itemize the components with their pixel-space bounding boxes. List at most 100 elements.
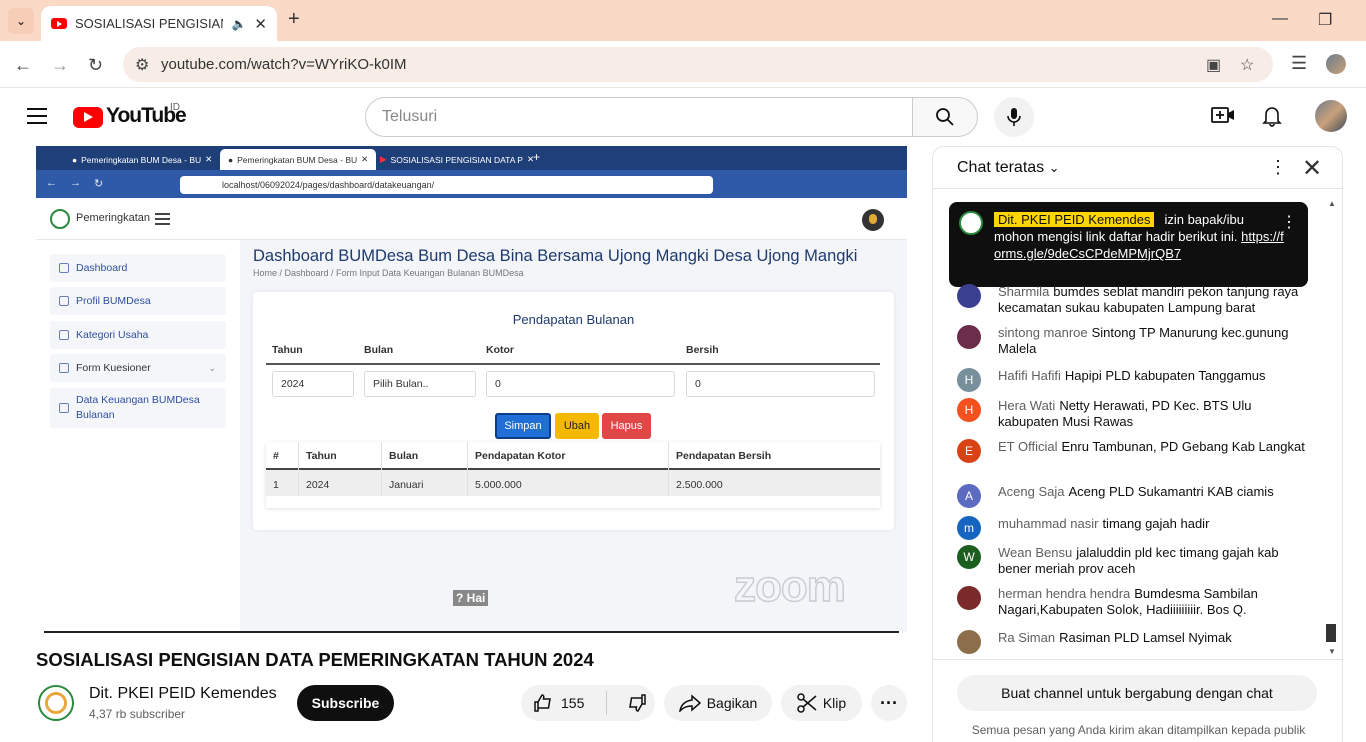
chat-author-avatar[interactable] <box>957 284 981 308</box>
channel-avatar[interactable] <box>38 685 74 721</box>
chat-message-text: timang gajah hadir <box>1102 516 1210 531</box>
chat-mode-dropdown[interactable]: Chat teratas ⌄ <box>957 159 1060 177</box>
notifications-bell-icon[interactable] <box>1262 105 1282 133</box>
shared-tab-1: ● Pemeringkatan BUM Desa - BU ✕ <box>72 154 213 165</box>
back-icon[interactable]: ← <box>14 55 32 76</box>
close-tab-icon[interactable]: ✕ <box>254 15 267 33</box>
pinned-message[interactable]: Dit. PKEI PEID Kemendes izin bapak/ibu mo… <box>949 202 1308 287</box>
form-divider <box>266 363 880 365</box>
shared-tab-2: ● Pemeringkatan BUM Desa - BU ✕ <box>220 149 377 170</box>
account-avatar[interactable] <box>1315 100 1347 132</box>
th-no: # <box>273 450 279 462</box>
reload-icon[interactable]: ↻ <box>88 55 103 76</box>
media-control-icon[interactable]: ☰ <box>1291 53 1307 74</box>
chevron-down-icon: ⌄ <box>1048 160 1060 175</box>
thumbs-up-icon <box>534 694 551 712</box>
dislike-button[interactable] <box>627 693 647 713</box>
ubah-button: Ubah <box>555 413 599 439</box>
chat-author-name[interactable]: herman hendra hendra <box>998 586 1130 601</box>
chat-author-avatar[interactable] <box>957 325 981 349</box>
profile-avatar[interactable] <box>1326 54 1346 74</box>
pinned-menu-icon[interactable]: ⋮ <box>1281 212 1297 232</box>
clip-button[interactable]: Klip <box>781 685 862 721</box>
tab-search-button[interactable]: ⌄ <box>8 8 34 34</box>
video-progress-bar[interactable] <box>44 631 899 633</box>
create-video-icon[interactable] <box>1211 105 1235 131</box>
like-button[interactable]: 155 <box>533 693 584 713</box>
chat-close-icon[interactable]: ✕ <box>1302 154 1322 183</box>
video-title: SOSIALISASI PENGISIAN DATA PEMERINGKATAN… <box>36 649 594 670</box>
search-input[interactable]: Telusuri <box>365 97 913 137</box>
address-bar[interactable]: ⚙ youtube.com/watch?v=WYriKO-k0IM ▣ ☆ <box>123 47 1273 82</box>
youtube-header: YouTube ID Telusuri <box>0 88 1366 146</box>
app-sidebar-item-keuangan: Data Keuangan BUMDesa Bulanan <box>50 388 226 428</box>
install-app-icon[interactable]: ▣ <box>1206 55 1221 75</box>
chat-author-name[interactable]: Aceng Saja <box>998 484 1065 499</box>
label-bersih: Bersih <box>686 344 719 356</box>
search-button[interactable] <box>912 97 978 137</box>
chat-author-name[interactable]: ET Official <box>998 439 1057 454</box>
app-sidebar: Dashboard Profil BUMDesa Kategori Usaha … <box>36 240 240 632</box>
td-bulan: Januari <box>389 479 424 491</box>
chat-menu-icon[interactable]: ⋮ <box>1269 157 1287 178</box>
chat-author-avatar[interactable]: A <box>957 484 981 508</box>
speaker-icon[interactable]: 🔈 <box>231 17 246 31</box>
simpan-button: Simpan <box>495 413 551 439</box>
chat-author-avatar[interactable] <box>957 630 981 654</box>
create-channel-button[interactable]: Buat channel untuk bergabung dengan chat <box>957 675 1317 711</box>
chat-message-text: Enru Tambunan, PD Gebang Kab Langkat <box>1061 439 1305 454</box>
chat-footer-divider <box>933 659 1342 660</box>
grid-icon <box>59 263 69 273</box>
app-data-table: # Tahun Bulan Pendapatan Kotor Pendapata… <box>266 442 880 508</box>
shared-reload-icon: ↻ <box>94 178 104 190</box>
chat-author-name[interactable]: Sharmila <box>998 284 1049 299</box>
share-button[interactable]: Bagikan <box>664 685 772 721</box>
chat-author-avatar[interactable]: H <box>957 398 981 422</box>
chat-author-name[interactable]: muhammad nasir <box>998 516 1098 531</box>
chat-author-name[interactable]: Hafifi Hafifi <box>998 368 1061 383</box>
chat-author-avatar[interactable]: m <box>957 516 981 540</box>
restore-button[interactable]: ❐ <box>1318 10 1332 30</box>
chat-author-avatar[interactable] <box>957 586 981 610</box>
chat-scrollbar[interactable] <box>1326 624 1336 642</box>
like-count: 155 <box>561 695 585 711</box>
chat-author-name[interactable]: Ra Siman <box>998 630 1055 645</box>
chat-message-body: Sharmila bumdes seblat mandiri pekon tanj… <box>998 284 1308 316</box>
chat-author-name[interactable]: sintong manroe <box>998 325 1088 340</box>
chat-message-text: Rasiman PLD Lamsel Nyimak <box>1059 630 1232 645</box>
zoom-watermark: zoom <box>733 561 846 611</box>
chat-author-name[interactable]: Hera Wati <box>998 398 1055 413</box>
browser-tab-bar: ⌄ SOSIALISASI PENGISIAN DA 🔈 ✕ + — ❐ <box>0 0 1366 41</box>
video-player[interactable]: ● Pemeringkatan BUM Desa - BU ✕ ● Pemeringk… <box>36 146 907 632</box>
label-tahun: Tahun <box>272 344 303 356</box>
minimize-button[interactable]: — <box>1272 10 1288 28</box>
app-sidebar-item-dashboard: Dashboard <box>50 254 226 282</box>
channel-name[interactable]: Dit. PKEI PEID Kemendes <box>89 685 277 703</box>
chat-author-avatar[interactable]: E <box>957 439 981 463</box>
bookmark-star-icon[interactable]: ☆ <box>1240 55 1254 75</box>
more-actions-button[interactable]: ··· <box>871 685 907 721</box>
forward-icon[interactable]: → <box>51 55 69 76</box>
like-divider <box>606 691 608 715</box>
browser-toolbar: ← → ↻ ⚙ youtube.com/watch?v=WYriKO-k0IM … <box>0 41 1366 88</box>
site-settings-icon[interactable]: ⚙ <box>135 55 149 75</box>
clip-label: Klip <box>822 695 847 711</box>
voice-search-button[interactable] <box>994 97 1034 137</box>
app-form-card: Pendapatan Bulanan Tahun Bulan Kotor Ber… <box>253 292 894 530</box>
subscribe-button[interactable]: Subscribe <box>297 685 394 721</box>
pinned-message-body: Dit. PKEI PEID Kemendes izin bapak/ibu mo… <box>994 211 1284 262</box>
menu-icon[interactable] <box>27 108 47 124</box>
chat-author-avatar[interactable]: W <box>957 545 981 569</box>
chat-message-text: Hapipi PLD kabupaten Tanggamus <box>1064 368 1266 383</box>
browser-tab-active[interactable]: SOSIALISASI PENGISIAN DA 🔈 ✕ <box>41 6 277 41</box>
scroll-up-icon[interactable]: ▲ <box>1328 199 1336 208</box>
youtube-logo-icon[interactable] <box>73 107 103 128</box>
subscriber-count: 4,37 rb subscriber <box>89 707 186 721</box>
shared-tab-3: ▶ SOSIALISASI PENGISIAN DATA P ✕ <box>380 154 535 165</box>
table-row <box>266 470 880 496</box>
scroll-down-icon[interactable]: ▼ <box>1328 647 1336 656</box>
chat-author-avatar[interactable]: H <box>957 368 981 392</box>
app-breadcrumb: Home / Dashboard / Form Input Data Keuan… <box>253 268 524 278</box>
new-tab-button[interactable]: + <box>288 8 300 31</box>
chat-author-name[interactable]: Wean Bensu <box>998 545 1072 560</box>
